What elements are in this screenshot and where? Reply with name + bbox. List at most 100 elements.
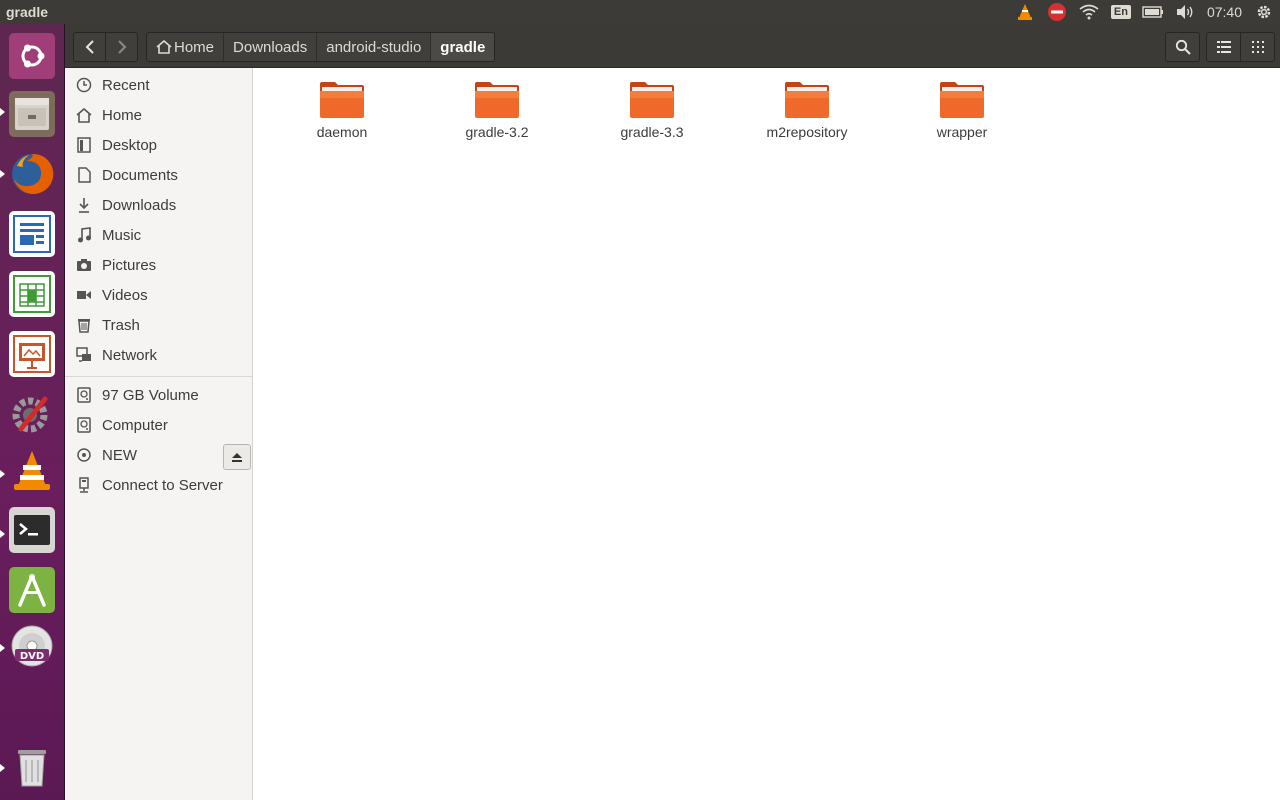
search-icon <box>1175 39 1191 55</box>
svg-text:DVD: DVD <box>20 651 44 662</box>
music-icon <box>75 226 93 244</box>
breadcrumb-gradle[interactable]: gradle <box>431 33 495 61</box>
sidebar-item-label: Music <box>102 226 142 244</box>
folder-icon <box>785 82 829 118</box>
do-not-disturb-icon[interactable] <box>1041 0 1073 24</box>
breadcrumb-home[interactable]: Home <box>147 33 225 61</box>
breadcrumb-android-studio[interactable]: android-studio <box>317 33 432 61</box>
trash-icon <box>75 316 93 334</box>
ubuntu-dash-icon[interactable] <box>6 30 58 82</box>
sidebar-item-network[interactable]: Network <box>65 340 252 370</box>
sidebar-item-pictures[interactable]: Pictures <box>65 250 252 280</box>
eject-button[interactable] <box>223 444 251 470</box>
sidebar-item-music[interactable]: Music <box>65 220 252 250</box>
breadcrumb-label: android-studio <box>326 38 422 56</box>
folder-name: gradle-3.3 <box>620 124 684 140</box>
terminal-icon[interactable] <box>6 504 58 556</box>
server-icon <box>75 476 93 494</box>
sidebar-item-connect-to-server[interactable]: Connect to Server <box>65 470 252 500</box>
keyboard-layout-label: En <box>1110 5 1131 19</box>
folder-item[interactable]: m2repository <box>747 80 867 160</box>
go-back-icon <box>85 40 94 54</box>
list-view-icon <box>1216 41 1231 53</box>
folder-item[interactable]: daemon <box>282 80 402 160</box>
sidebar-item-label: Documents <box>102 166 178 184</box>
libreoffice-calc-icon[interactable] <box>6 268 58 320</box>
sidebar-item-computer[interactable]: Computer <box>65 410 252 440</box>
android-studio-icon[interactable] <box>6 564 58 616</box>
file-view[interactable]: daemon gradle-3.2 gradle-3.3 m2repositor… <box>253 68 1280 800</box>
vlc-tray-icon[interactable] <box>1009 0 1041 24</box>
breadcrumb-downloads[interactable]: Downloads <box>224 33 318 61</box>
home-icon <box>156 40 172 54</box>
sidebar-item-label: Network <box>102 346 158 364</box>
sidebar-item-label: Downloads <box>102 196 177 214</box>
home-icon <box>75 106 93 124</box>
folder-name: gradle-3.2 <box>465 124 529 140</box>
sidebar: Recent Home Desktop Documents Downloads … <box>65 68 253 800</box>
sidebar-item-desktop[interactable]: Desktop <box>65 130 252 160</box>
libreoffice-impress-icon[interactable] <box>6 328 58 380</box>
folder-icon <box>475 82 519 118</box>
camera-icon <box>75 256 93 274</box>
sidebar-item-label: Desktop <box>102 136 158 154</box>
sidebar-item-label: Recent <box>102 76 150 94</box>
battery-icon[interactable] <box>1137 0 1169 24</box>
eject-icon <box>232 452 242 462</box>
disc-icon <box>75 446 93 464</box>
drive-icon <box>75 416 93 434</box>
sidebar-item-label: Home <box>102 106 143 124</box>
sidebar-item-recent[interactable]: Recent <box>65 70 252 100</box>
sidebar-item-videos[interactable]: Videos <box>65 280 252 310</box>
folder-icon <box>320 82 364 118</box>
go-forward-button[interactable] <box>105 32 138 62</box>
wifi-icon[interactable] <box>1073 0 1105 24</box>
firefox-icon[interactable] <box>6 148 58 200</box>
sidebar-separator <box>65 376 252 377</box>
volume-icon[interactable] <box>1169 0 1201 24</box>
folder-item[interactable]: gradle-3.3 <box>592 80 712 160</box>
system-tray: En 07:40 <box>1009 0 1280 24</box>
video-icon <box>75 286 93 304</box>
sidebar-item-trash[interactable]: Trash <box>65 310 252 340</box>
folder-name: m2repository <box>766 124 848 140</box>
sidebar-item-downloads[interactable]: Downloads <box>65 190 252 220</box>
folder-item[interactable]: gradle-3.2 <box>437 80 557 160</box>
system-settings-icon[interactable] <box>6 388 58 440</box>
network-icon <box>75 346 93 364</box>
grid-view-icon <box>1251 41 1264 53</box>
go-forward-icon <box>117 40 126 54</box>
breadcrumb: Home Downloads android-studio gradle <box>146 32 496 62</box>
keyboard-layout-indicator[interactable]: En <box>1105 0 1137 24</box>
sidebar-item-97gb-volume[interactable]: 97 GB Volume <box>65 380 252 410</box>
folder-name: wrapper <box>936 124 988 140</box>
search-button[interactable] <box>1165 32 1200 62</box>
header-bar: Home Downloads android-studio gradle <box>65 24 1280 68</box>
libreoffice-writer-icon[interactable] <box>6 208 58 260</box>
folder-item[interactable]: wrapper <box>902 80 1022 160</box>
dvd-icon[interactable]: DVD <box>6 620 58 672</box>
list-view-button[interactable] <box>1206 32 1241 62</box>
folder-icon <box>940 82 984 118</box>
grid-view-button[interactable] <box>1240 32 1275 62</box>
window-title: gradle <box>6 4 49 20</box>
files-icon[interactable] <box>6 88 58 140</box>
folder-icon <box>630 82 674 118</box>
document-icon <box>75 166 93 184</box>
go-back-button[interactable] <box>73 32 106 62</box>
sidebar-item-label: Trash <box>102 316 140 334</box>
sidebar-item-new[interactable]: NEW <box>65 440 220 470</box>
breadcrumb-label: gradle <box>440 38 486 56</box>
clock-icon <box>75 76 93 94</box>
trash-icon[interactable] <box>6 740 58 792</box>
folder-name: daemon <box>316 124 368 140</box>
sidebar-item-label: 97 GB Volume <box>102 386 199 404</box>
vlc-icon[interactable] <box>6 444 58 496</box>
sidebar-item-label: NEW <box>102 446 137 464</box>
breadcrumb-label: Home <box>174 38 215 56</box>
sidebar-item-documents[interactable]: Documents <box>65 160 252 190</box>
sidebar-item-home[interactable]: Home <box>65 100 252 130</box>
settings-gear-icon[interactable] <box>1248 0 1280 24</box>
launcher: DVD <box>0 24 65 800</box>
clock[interactable]: 07:40 <box>1201 4 1248 20</box>
